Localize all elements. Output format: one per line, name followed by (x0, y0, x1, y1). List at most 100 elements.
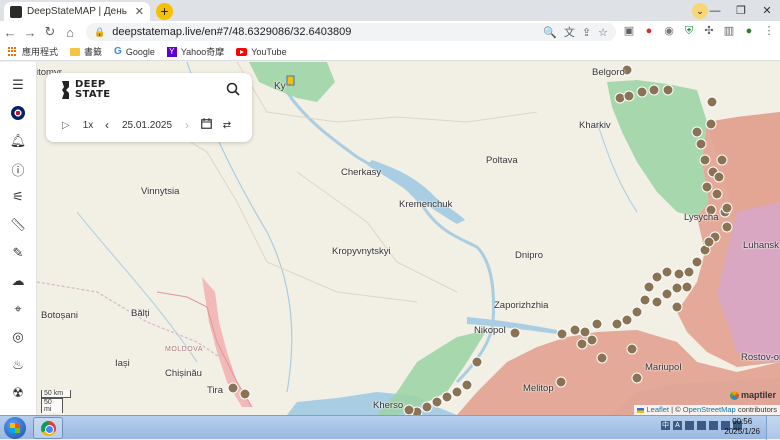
home-button[interactable]: ⌂ (60, 25, 80, 40)
bookmark-apps[interactable]: 應用程式 (8, 45, 58, 58)
city-label: Tira (207, 385, 224, 396)
fire-icon[interactable]: ♨ (9, 356, 27, 374)
ruler-icon[interactable]: 📏︎ (9, 216, 27, 234)
minimize-button[interactable]: — (702, 5, 728, 17)
profile-avatar-icon[interactable]: ● (742, 24, 756, 38)
bookmark-yahoo[interactable]: Y Yahoo奇摩 (166, 45, 224, 58)
close-tab-icon[interactable]: ✕ (135, 5, 144, 18)
kremenchuk-reservoir (367, 160, 465, 224)
city-label: Poltava (486, 155, 518, 166)
city-label: Belgoro (592, 67, 625, 78)
play-button[interactable]: ▷ (62, 120, 76, 131)
city-label: Dnipro (515, 250, 543, 261)
yahoo-icon: Y (166, 46, 177, 57)
city-label: Iași (115, 358, 130, 369)
flag-uk-shape (11, 106, 25, 120)
cloud-icon[interactable]: ☁ (9, 272, 27, 290)
translate-icon[interactable]: 文 (564, 24, 575, 40)
city-label: Chișinău (165, 368, 202, 379)
timeline-controls: ▷ 1x ‹ 25.01.2025 › ⇄ (62, 117, 240, 133)
apps-grid-icon (8, 46, 18, 57)
osm-link[interactable]: OpenStreetMap (683, 405, 736, 414)
zoom-icon[interactable]: 🔍 (543, 26, 557, 39)
next-date-button[interactable]: › (180, 118, 194, 132)
start-button[interactable] (4, 417, 26, 439)
date-display[interactable]: 25.01.2025 (114, 120, 180, 131)
bookmark-label: 應用程式 (22, 47, 59, 57)
deepstate-favicon-icon (10, 5, 22, 18)
map-scale: 50 km 50 mi (41, 390, 71, 413)
taskbar-chrome-button[interactable] (33, 417, 63, 439)
folder-icon (70, 47, 81, 56)
shield-extension-icon[interactable]: ⛨ (682, 24, 696, 38)
menu-icon[interactable]: ☰ (9, 76, 27, 94)
city-label: Zaporizhzhia (494, 300, 549, 311)
city-label: Botoșani (41, 310, 78, 321)
search-icon[interactable] (226, 82, 240, 99)
bookmark-label: Google (125, 46, 155, 57)
show-desktop-button[interactable] (766, 416, 780, 440)
info-icon[interactable]: ⓘ (9, 160, 27, 178)
lock-icon: 🔒 (94, 26, 106, 37)
kyiv-marker (286, 75, 295, 86)
maximize-button[interactable]: ❐ (728, 4, 754, 17)
deepstate-logo[interactable]: DEEP STATE (60, 79, 110, 101)
reload-button[interactable]: ↻ (40, 24, 60, 40)
maptiler-logo[interactable]: maptiler (729, 390, 776, 400)
scale-km: 50 km (41, 390, 71, 398)
address-bar[interactable]: 🔒 deepstatemap.live/en#7/48.6329086/32.6… (86, 23, 616, 41)
windows-taskbar: 中 A 00:56 2025/1/26 (0, 415, 780, 440)
bookmark-star-icon[interactable]: ☆ (598, 26, 608, 39)
bookmark-youtube[interactable]: YouTube (236, 46, 287, 57)
bookmark-folder[interactable]: 書籤 (70, 45, 102, 58)
sliders-icon[interactable]: ⚟ (9, 188, 27, 206)
extensions-area: ▣ ● ◉ ⛨ ✣ ▥ ● ⋮ (622, 24, 776, 38)
extension-icon[interactable]: ◉ (662, 24, 676, 38)
city-label: Kharkiv (579, 120, 611, 131)
compare-dates-icon[interactable]: ⇄ (218, 120, 236, 131)
youtube-icon (236, 47, 248, 56)
keyboard-icon[interactable]: 中 (661, 421, 670, 430)
tray-app-icon[interactable] (685, 421, 694, 430)
share-icon[interactable]: ⇪ (582, 26, 591, 39)
city-label: Mariupol (645, 362, 682, 373)
target-icon[interactable]: ◎ (9, 328, 27, 346)
draw-icon[interactable]: ✎ (9, 244, 27, 262)
previous-date-button[interactable]: ‹ (100, 118, 114, 132)
new-tab-button[interactable]: + (156, 3, 173, 20)
back-button[interactable]: ← (0, 25, 20, 40)
browser-tab[interactable]: DeepStateMAP | День 1068 | М ✕ (4, 2, 150, 21)
calendar-icon[interactable] (194, 118, 218, 132)
radiation-icon[interactable]: ☢ (9, 384, 27, 402)
extension-icon[interactable]: ● (642, 24, 656, 38)
bookmark-google[interactable]: G Google (114, 46, 155, 57)
chrome-icon (41, 421, 56, 436)
deepstate-logo-icon (62, 81, 69, 99)
speed-button[interactable]: 1x (76, 120, 100, 131)
close-window-button[interactable]: ✕ (754, 4, 780, 17)
city-label: Lysycha (684, 212, 719, 223)
ime-icon[interactable]: A (673, 421, 682, 430)
leaflet-link[interactable]: Leaflet (646, 405, 669, 414)
city-label: Vinnytsia (141, 186, 180, 197)
network-icon[interactable] (709, 421, 718, 430)
flag-uk-icon[interactable] (9, 104, 27, 122)
bell-icon[interactable]: 🔔︎ (9, 132, 27, 150)
bookmark-label: 書籤 (84, 47, 103, 57)
sidepanel-icon[interactable]: ▥ (722, 24, 736, 38)
radar-icon[interactable]: ⌖ (9, 300, 27, 318)
attribution-separator: | © (671, 405, 683, 414)
bookmark-label: YouTube (251, 46, 287, 57)
puzzle-extensions-icon[interactable]: ✣ (702, 24, 716, 38)
tray-app-icon[interactable] (697, 421, 706, 430)
system-clock[interactable]: 00:56 2025/1/26 (724, 417, 760, 437)
city-label: Kropyvnytskyi (332, 246, 391, 257)
browser-menu-icon[interactable]: ⋮ (762, 24, 776, 38)
bookmarks-bar: 應用程式 書籤 G Google Y Yahoo奇摩 YouTube (0, 43, 780, 61)
forward-button[interactable]: → (20, 25, 40, 40)
border (296, 171, 458, 293)
city-label: Kherso (373, 400, 404, 411)
extension-icon[interactable]: ▣ (622, 24, 636, 38)
url-text: deepstatemap.live/en#7/48.6329086/32.640… (112, 26, 352, 38)
control-panel: DEEP STATE ▷ 1x ‹ 25.01.2025 › ⇄ (46, 73, 252, 142)
